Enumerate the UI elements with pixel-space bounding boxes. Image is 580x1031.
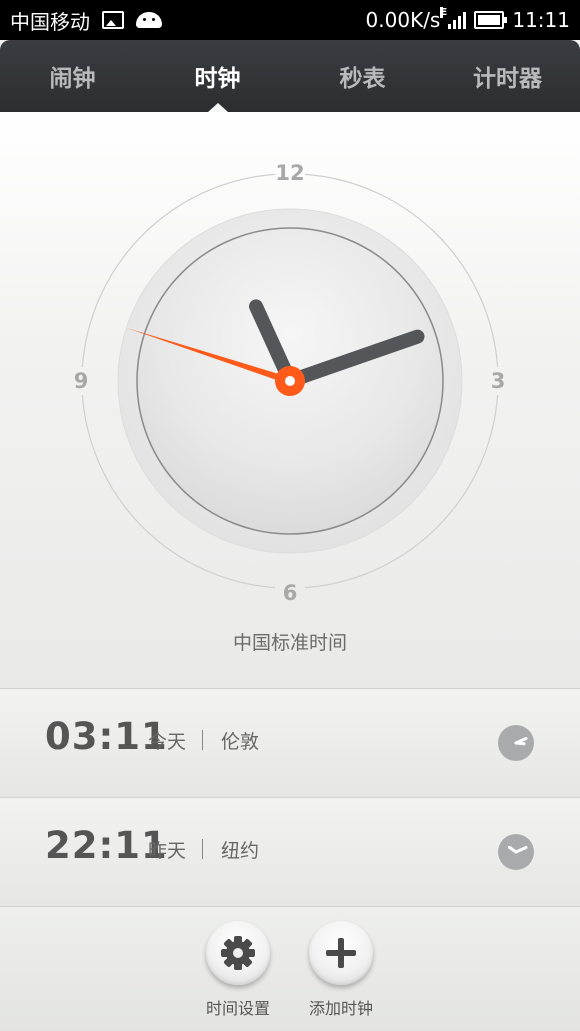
tab-label: 闹钟 [49,66,96,92]
world-clock-row[interactable]: 22:11 昨天 纽约 [0,798,580,906]
tab-bar: 闹钟 时钟 秒表 计时器 [0,40,580,112]
numeral-3: 3 [491,369,506,393]
status-bar: 中国移动 0.00K/s E 11:11 [0,0,580,40]
city-day: 昨天 [148,840,187,862]
tab-timer[interactable]: 计时器 [435,40,580,112]
city-name: 纽约 [221,840,260,862]
time-settings-label: 时间设置 [205,999,270,1018]
tab-clock[interactable]: 时钟 [145,40,290,112]
analog-clock: 12 3 6 9 [74,161,506,605]
mini-minute-hand [514,846,528,854]
battery-icon [474,11,508,29]
time-settings-button[interactable] [206,921,270,985]
plus-icon [326,938,356,968]
tab-alarm[interactable]: 闹钟 [0,40,145,112]
status-time: 11:11 [512,8,570,32]
bottom-action-bar: 时间设置 添加时钟 [0,907,580,1031]
mini-minute-hand [514,737,528,745]
tab-stopwatch[interactable]: 秒表 [290,40,435,112]
android-icon [136,12,162,28]
gear-icon [221,936,255,970]
tab-label: 时钟 [194,66,241,92]
numeral-12: 12 [275,161,304,185]
mini-clock-icon [498,725,534,761]
city-name: 伦敦 [221,731,260,753]
separator [202,839,203,859]
clock-center-dot [285,376,295,386]
network-speed: 0.00K/s [365,8,441,32]
tab-label: 计时器 [473,66,542,92]
add-clock-label: 添加时钟 [308,999,373,1018]
carrier-label: 中国移动 [10,9,90,34]
world-clock-row[interactable]: 03:11 今天 伦敦 [0,689,580,797]
mini-clock-icon [498,834,534,870]
tab-label: 秒表 [339,66,386,92]
add-clock-button[interactable] [309,921,373,985]
separator [202,730,203,750]
signal-icon: E [440,7,467,29]
numeral-6: 6 [283,581,298,605]
clock-panel: 12 3 6 9 中国标准时间 [0,112,580,692]
image-icon [102,11,124,29]
numeral-9: 9 [74,369,89,393]
timezone-label: 中国标准时间 [232,632,347,654]
city-day: 今天 [148,731,187,753]
